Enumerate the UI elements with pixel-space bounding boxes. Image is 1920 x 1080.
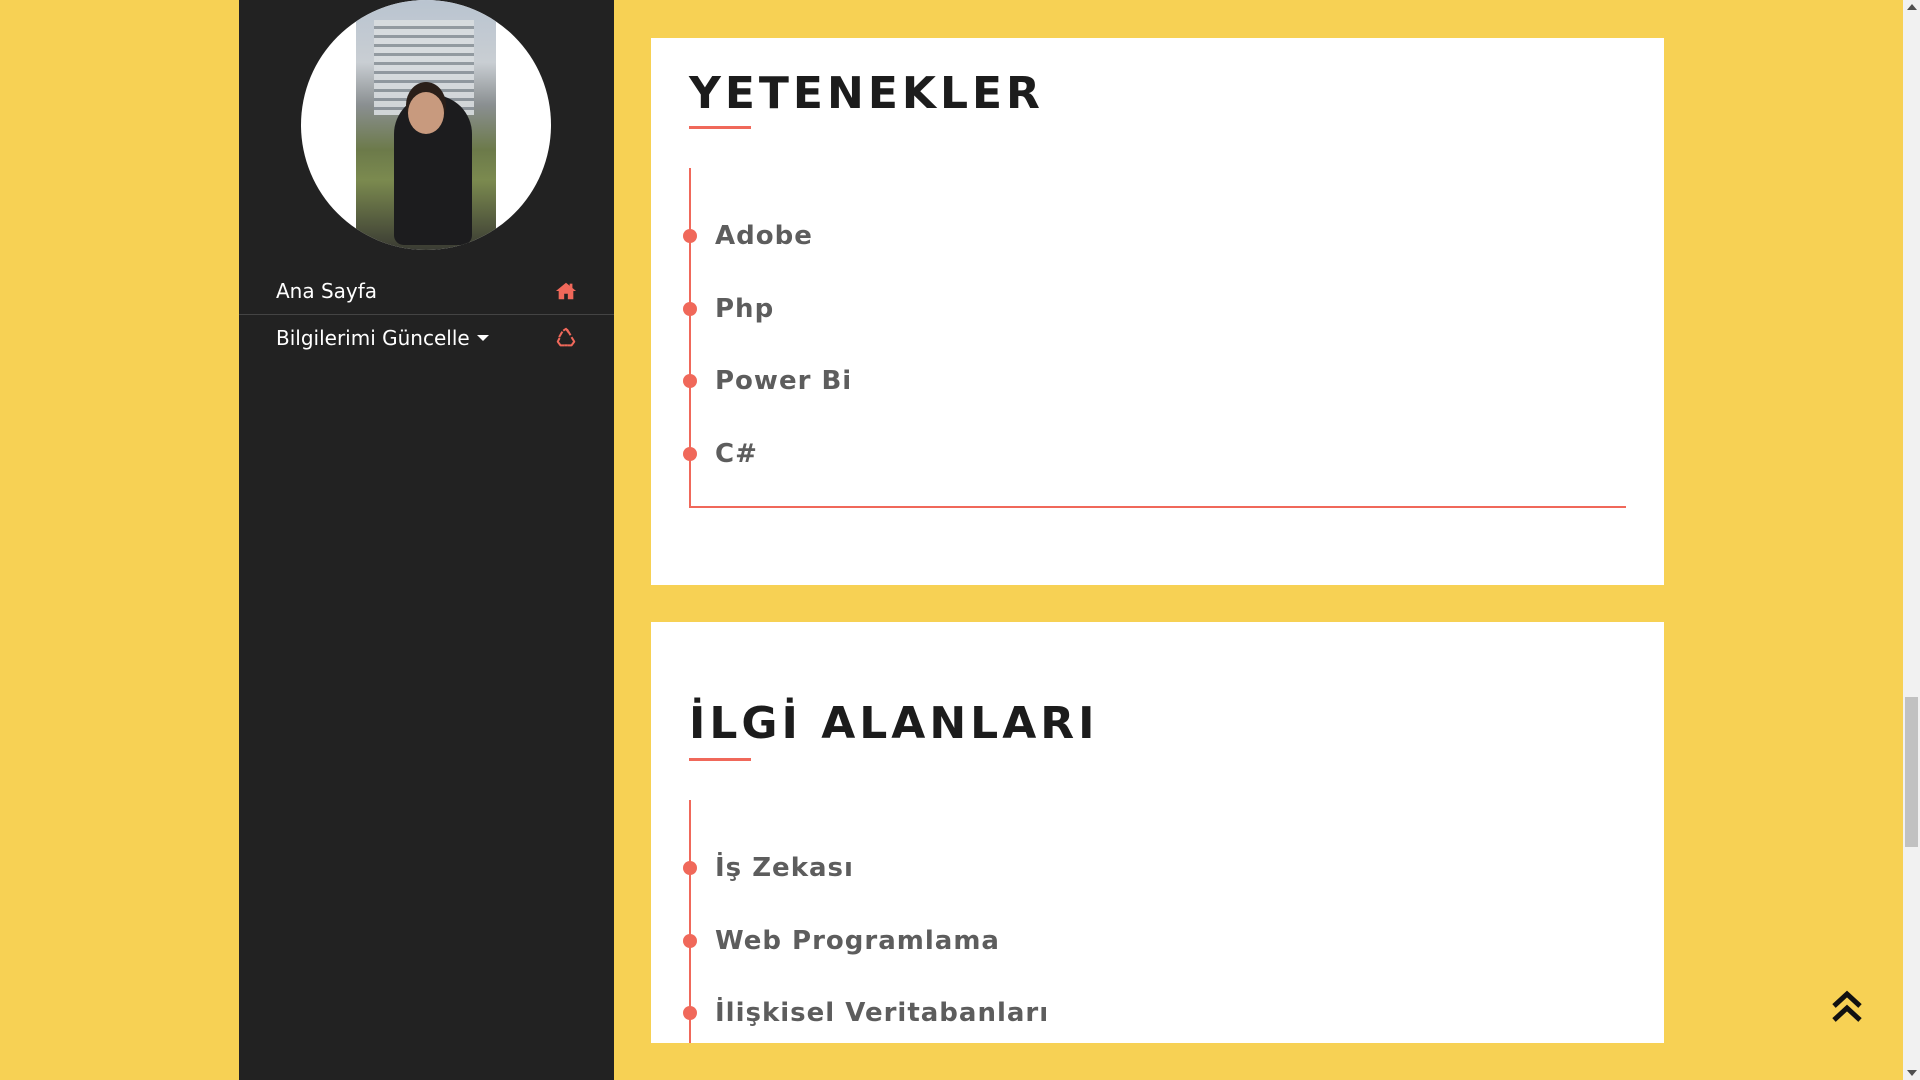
skill-label: Power Bi bbox=[715, 366, 853, 396]
list-item: C# bbox=[683, 434, 758, 474]
sidebar: Ana Sayfa Bilgilerimi Güncelle bbox=[239, 0, 614, 1080]
scroll-up-arrow-icon[interactable] bbox=[1907, 4, 1917, 10]
scrollbar-thumb[interactable] bbox=[1905, 697, 1918, 847]
bullet-dot-icon bbox=[683, 302, 697, 316]
interest-label: Web Programlama bbox=[715, 926, 1000, 956]
page: Ana Sayfa Bilgilerimi Güncelle YETENEKLE… bbox=[0, 0, 1920, 1080]
list-item: Adobe bbox=[683, 216, 813, 256]
bullet-dot-icon bbox=[683, 229, 697, 243]
skill-label: Php bbox=[715, 294, 775, 324]
interests-title: İLGİ ALANLARI bbox=[689, 698, 1099, 749]
back-to-top-button[interactable] bbox=[1830, 988, 1864, 1024]
list-item: İş Zekası bbox=[683, 848, 854, 888]
profile-avatar bbox=[301, 0, 551, 250]
skill-label: C# bbox=[715, 439, 758, 469]
bullet-dot-icon bbox=[683, 447, 697, 461]
skills-title: YETENEKLER bbox=[689, 68, 1044, 119]
interests-card: İLGİ ALANLARI İş Zekası Web Programlama … bbox=[651, 622, 1664, 1043]
scroll-down-arrow-icon[interactable] bbox=[1907, 1070, 1917, 1076]
list-item: Web Programlama bbox=[683, 921, 1000, 961]
profile-photo bbox=[356, 0, 496, 250]
list-item: Power Bi bbox=[683, 361, 853, 401]
interests-timeline: İş Zekası Web Programlama İlişkisel Veri… bbox=[683, 800, 1626, 1043]
list-item: İlişkisel Veritabanları bbox=[683, 993, 1050, 1033]
interest-label: İlişkisel Veritabanları bbox=[715, 998, 1050, 1028]
nav-item-label: Ana Sayfa bbox=[276, 279, 378, 303]
skills-card: YETENEKLER Adobe Php Power Bi C# bbox=[651, 38, 1664, 585]
home-icon bbox=[555, 282, 577, 300]
nav-item-label: Bilgilerimi Güncelle bbox=[276, 325, 470, 350]
nav-item-update-info[interactable]: Bilgilerimi Güncelle bbox=[239, 314, 614, 360]
caret-down-icon bbox=[476, 334, 489, 341]
recycle-icon bbox=[556, 327, 576, 346]
page-scrollbar[interactable] bbox=[1903, 0, 1920, 1080]
sidebar-nav: Ana Sayfa Bilgilerimi Güncelle bbox=[239, 268, 614, 360]
interest-label: İş Zekası bbox=[715, 853, 854, 883]
double-chevron-up-icon bbox=[1832, 990, 1862, 1022]
list-item: Php bbox=[683, 289, 775, 329]
skill-label: Adobe bbox=[715, 221, 813, 251]
title-underline bbox=[689, 758, 751, 761]
nav-item-home[interactable]: Ana Sayfa bbox=[239, 268, 614, 314]
bullet-dot-icon bbox=[683, 934, 697, 948]
bullet-dot-icon bbox=[683, 861, 697, 875]
bullet-dot-icon bbox=[683, 1006, 697, 1020]
bullet-dot-icon bbox=[683, 374, 697, 388]
title-underline bbox=[689, 126, 751, 129]
skills-timeline: Adobe Php Power Bi C# bbox=[683, 168, 1626, 508]
